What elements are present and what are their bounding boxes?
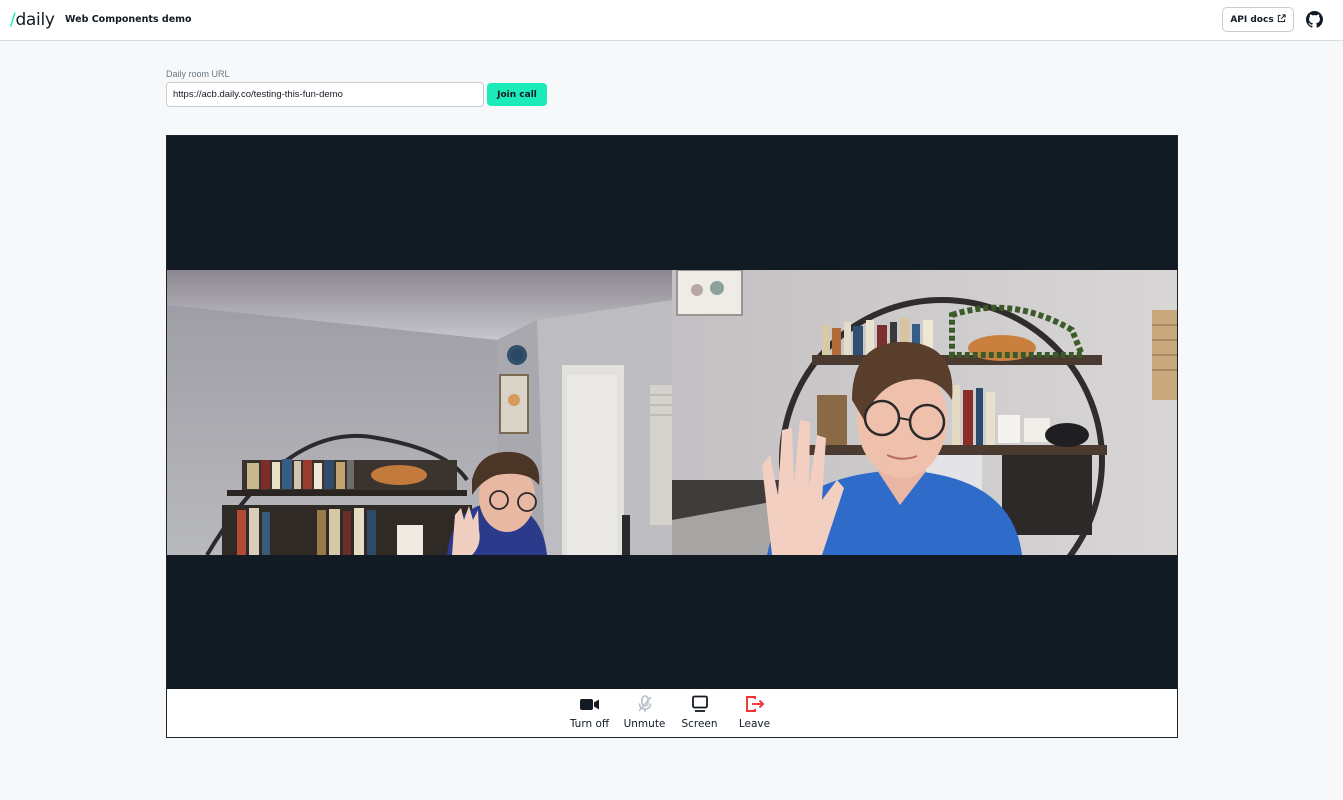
video-grid <box>167 270 1177 555</box>
camera-icon <box>579 695 600 713</box>
participant-video <box>167 270 672 555</box>
participant-video <box>672 270 1177 555</box>
camera-label: Turn off <box>569 718 610 730</box>
api-docs-button[interactable]: API docs <box>1222 7 1294 32</box>
mic-toggle-button[interactable]: Unmute <box>617 689 672 737</box>
top-header: /daily Web Components demo API docs <box>0 0 1343 41</box>
api-docs-label: API docs <box>1230 14 1274 25</box>
screen-share-button[interactable]: Screen <box>672 689 727 737</box>
screen-label: Screen <box>681 718 718 730</box>
participant-video-tile[interactable] <box>167 270 672 555</box>
camera-toggle-button[interactable]: Turn off <box>562 689 617 737</box>
mic-label: Unmute <box>623 718 666 730</box>
call-tray: Turn off Unmute Screen Leave <box>167 689 1177 737</box>
participant-video-tile[interactable] <box>672 270 1177 555</box>
leave-icon <box>745 695 765 713</box>
external-link-icon <box>1277 13 1286 26</box>
room-url-input[interactable] <box>166 82 484 107</box>
join-call-button[interactable]: Join call <box>487 83 547 106</box>
call-frame: Turn off Unmute Screen Leave <box>166 135 1178 738</box>
room-url-label: Daily room URL <box>166 69 230 79</box>
daily-logo[interactable]: /daily <box>10 9 55 31</box>
microphone-off-icon <box>635 695 655 713</box>
leave-label: Leave <box>738 718 771 730</box>
leave-call-button[interactable]: Leave <box>727 689 782 737</box>
page-title: Web Components demo <box>65 14 192 25</box>
github-icon[interactable] <box>1306 11 1323 28</box>
screen-share-icon <box>690 695 710 713</box>
